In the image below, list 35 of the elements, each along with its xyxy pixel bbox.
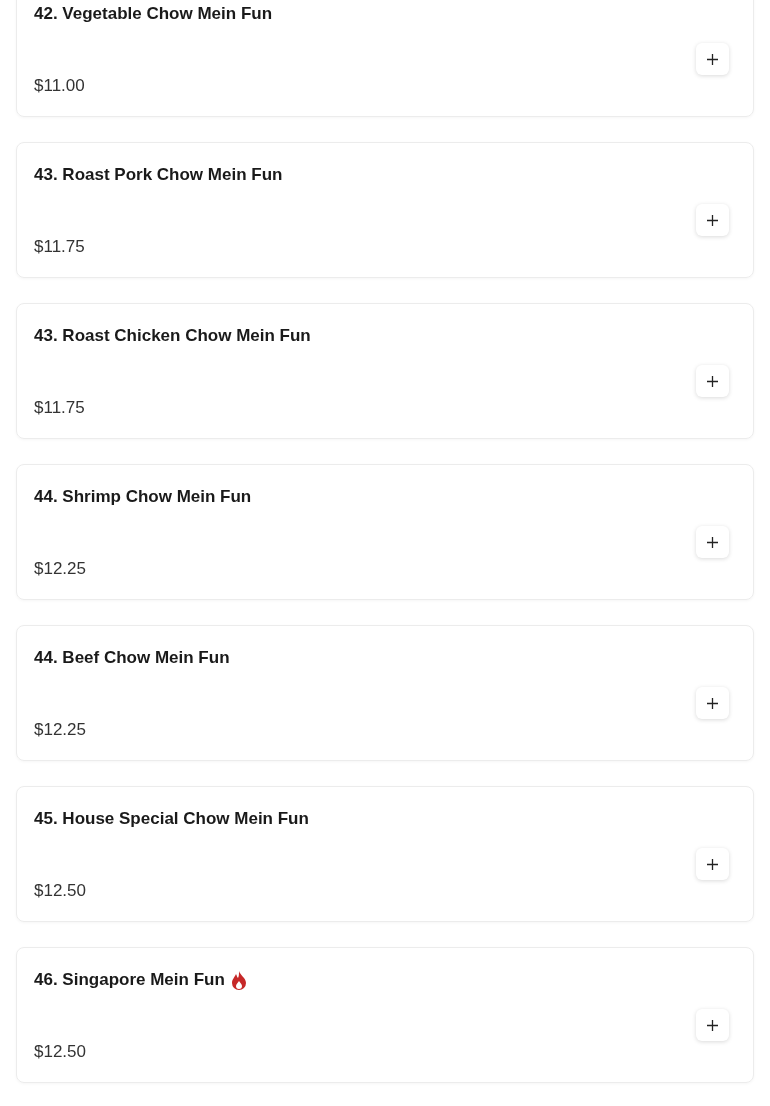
item-price: $12.25: [34, 559, 86, 579]
menu-item-card[interactable]: 44. Shrimp Chow Mein Fun $12.25: [16, 464, 754, 600]
item-price: $12.50: [34, 881, 86, 901]
add-button[interactable]: [696, 43, 729, 75]
add-button[interactable]: [696, 1009, 729, 1041]
item-price: $11.00: [34, 76, 85, 96]
plus-icon: [707, 858, 718, 870]
menu-item-card[interactable]: 42. Vegetable Chow Mein Fun $11.00: [16, 0, 754, 117]
item-price: $12.25: [34, 720, 86, 740]
plus-icon: [707, 536, 718, 548]
menu-item-card[interactable]: 43. Roast Chicken Chow Mein Fun $11.75: [16, 303, 754, 439]
menu-item-card[interactable]: 46. Singapore Mein Fun $12.50: [16, 947, 754, 1083]
menu-item-card[interactable]: 45. House Special Chow Mein Fun $12.50: [16, 786, 754, 922]
item-price: $11.75: [34, 398, 85, 418]
item-price: $12.50: [34, 1042, 86, 1062]
add-button[interactable]: [696, 848, 729, 880]
item-name: 45. House Special Chow Mein Fun: [34, 808, 309, 831]
add-button[interactable]: [696, 365, 729, 397]
plus-icon: [707, 1019, 718, 1031]
add-button[interactable]: [696, 526, 729, 558]
add-button[interactable]: [696, 687, 729, 719]
add-button[interactable]: [696, 204, 729, 236]
item-name: 43. Roast Chicken Chow Mein Fun: [34, 325, 311, 348]
item-name: 46. Singapore Mein Fun: [34, 969, 225, 992]
plus-icon: [707, 375, 718, 387]
plus-icon: [707, 697, 718, 709]
item-name: 44. Shrimp Chow Mein Fun: [34, 486, 252, 509]
plus-icon: [707, 53, 718, 65]
menu-item-card[interactable]: 44. Beef Chow Mein Fun $12.25: [16, 625, 754, 761]
menu-item-card[interactable]: 43. Roast Pork Chow Mein Fun $11.75: [16, 142, 754, 278]
plus-icon: [707, 214, 718, 226]
item-name: 43. Roast Pork Chow Mein Fun: [34, 164, 283, 187]
item-name: 42. Vegetable Chow Mein Fun: [34, 3, 273, 26]
item-price: $11.75: [34, 237, 85, 257]
item-name: 44. Beef Chow Mein Fun: [34, 647, 230, 670]
